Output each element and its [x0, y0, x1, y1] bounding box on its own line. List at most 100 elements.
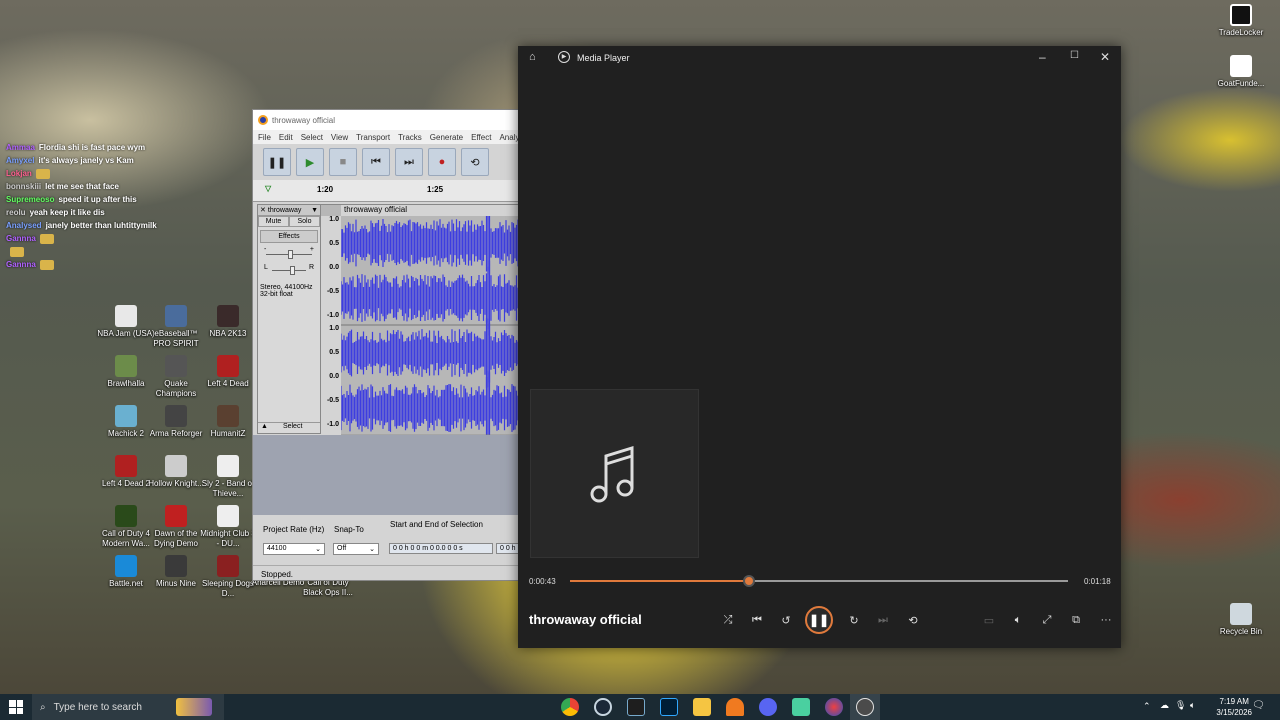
- play-button[interactable]: ▶: [296, 148, 324, 176]
- desktop-icon[interactable]: Hollow Knight...: [146, 455, 206, 489]
- captions-button[interactable]: ▭: [979, 611, 999, 629]
- network-icon[interactable]: ☁: [1160, 700, 1169, 711]
- more-options-button[interactable]: ···: [1096, 611, 1116, 629]
- desktop-icon[interactable]: Midnight Club 3 - DU...: [198, 505, 258, 549]
- loop-button[interactable]: ⟲: [461, 148, 489, 176]
- file-explorer-icon[interactable]: [693, 698, 711, 716]
- chevron-down-icon: ⌄: [369, 546, 375, 553]
- menu-item[interactable]: Analy: [499, 133, 519, 142]
- visual-studio-icon[interactable]: [627, 698, 645, 716]
- record-button[interactable]: ●: [428, 148, 456, 176]
- app-green-icon[interactable]: [792, 698, 810, 716]
- select-button[interactable]: Select: [283, 423, 302, 433]
- menu-item[interactable]: Tracks: [398, 133, 422, 142]
- chat-username[interactable]: reolu: [6, 208, 26, 217]
- menu-item[interactable]: File: [258, 133, 271, 142]
- chat-username[interactable]: Ammaa: [6, 143, 35, 152]
- chat-username[interactable]: Supremeoso: [6, 195, 54, 204]
- timeline-ruler[interactable]: ▽ 1:20 1:25: [253, 180, 519, 202]
- mute-button[interactable]: Mute: [258, 216, 289, 227]
- minimize-button[interactable]: –: [1039, 50, 1046, 64]
- selection-end-field[interactable]: 0 0 h: [496, 543, 519, 554]
- desktop-icon[interactable]: Dawn of the Dying Demo: [146, 505, 206, 549]
- desktop-icon[interactable]: NBA 2K13: [198, 305, 258, 339]
- skip-end-icon: ⏭: [404, 155, 414, 168]
- seek-thumb[interactable]: [743, 575, 756, 587]
- skip-end-button[interactable]: ⏭: [395, 148, 423, 176]
- pan-slider[interactable]: [272, 266, 306, 275]
- skip-start-button[interactable]: ⏮: [362, 148, 390, 176]
- app-colorful-icon[interactable]: [825, 698, 843, 716]
- microphone-icon[interactable]: 🎙︎: [1175, 700, 1186, 711]
- desktop-icon-recycle-bin[interactable]: Recycle Bin: [1211, 603, 1271, 637]
- desktop-icon[interactable]: HumanitZ: [198, 405, 258, 439]
- collapse-icon[interactable]: ▲: [258, 423, 271, 433]
- effects-button[interactable]: Effects: [260, 230, 318, 243]
- rewind-10-button[interactable]: ↺: [776, 611, 796, 629]
- clip-title[interactable]: throwaway official: [341, 205, 519, 216]
- system-clock[interactable]: 7:19 AM 3/15/2026: [1216, 696, 1252, 718]
- start-button[interactable]: [9, 700, 23, 714]
- desktop-icon[interactable]: Quake Champions: [146, 355, 206, 399]
- project-rate-select[interactable]: 44100 ⌄: [263, 543, 325, 555]
- solo-button[interactable]: Solo: [289, 216, 320, 227]
- menu-item[interactable]: Select: [301, 133, 323, 142]
- desktop-icon-tradelocker[interactable]: TradeLocker: [1211, 4, 1271, 38]
- chat-username[interactable]: Gannna: [6, 234, 36, 243]
- menu-item[interactable]: Effect: [471, 133, 491, 142]
- chat-message: Lokjan: [6, 167, 256, 180]
- chat-username[interactable]: Gannna: [6, 260, 36, 269]
- miniplayer-button[interactable]: ⧉: [1066, 611, 1086, 629]
- music-note-icon: [590, 445, 633, 502]
- notifications-icon[interactable]: 🗨︎: [1252, 700, 1265, 711]
- taskbar-search[interactable]: ⌕ Type here to search: [32, 694, 224, 720]
- menu-item[interactable]: View: [331, 133, 348, 142]
- close-track-icon[interactable]: ✕: [258, 206, 268, 214]
- track-name[interactable]: throwaway: [268, 207, 301, 214]
- desktop-icon[interactable]: eBaseball™ PRO SPIRIT: [146, 305, 206, 349]
- chat-username[interactable]: Lokjan: [6, 169, 32, 178]
- desktop-icon[interactable]: Sly 2 - Band of Thieve...: [198, 455, 258, 499]
- steam-icon[interactable]: [594, 698, 612, 716]
- waveform-area[interactable]: throwaway official 1.0 0.5 0.0 -0.5 -1.0 1.0 0…: [321, 204, 519, 435]
- snap-to-select[interactable]: Off ⌄: [333, 543, 379, 555]
- repeat-button[interactable]: ⟲: [903, 611, 923, 629]
- volume-button[interactable]: 🔈︎: [1008, 611, 1028, 629]
- chevron-down-icon[interactable]: ▼: [311, 207, 320, 214]
- fl-studio-icon[interactable]: [726, 698, 744, 716]
- pause-button[interactable]: ❚❚: [805, 606, 833, 634]
- selection-start-field[interactable]: 0 0 h 0 0 m 0 0.0 0 0 s: [389, 543, 493, 554]
- home-icon[interactable]: ⌂: [529, 51, 536, 63]
- photoshop-icon[interactable]: [660, 698, 678, 716]
- chat-username[interactable]: Amyxel: [6, 156, 34, 165]
- pause-button[interactable]: ❚❚: [263, 148, 291, 176]
- menu-item[interactable]: Edit: [279, 133, 293, 142]
- desktop-icon[interactable]: Arma Reforger: [146, 405, 206, 439]
- volume-tray-icon[interactable]: 🔈︎: [1190, 700, 1195, 711]
- seek-bar[interactable]: [570, 575, 1068, 587]
- chevron-up-icon[interactable]: ⌃: [1143, 701, 1151, 712]
- discord-icon[interactable]: [759, 698, 777, 716]
- audacity-titlebar[interactable]: throwaway official: [253, 110, 519, 130]
- menu-item[interactable]: Generate: [430, 133, 463, 142]
- stop-button[interactable]: ■: [329, 148, 357, 176]
- previous-button[interactable]: ⏮: [747, 611, 767, 629]
- forward-30-button[interactable]: ↻: [844, 611, 864, 629]
- desktop-icon[interactable]: Minus Nine: [146, 555, 206, 589]
- desktop-icon-goatfunded[interactable]: GoatFunde...: [1211, 55, 1271, 89]
- maximize-button[interactable]: ☐: [1070, 50, 1079, 61]
- next-button[interactable]: ⏭: [873, 611, 893, 629]
- chat-username[interactable]: Analysed: [6, 221, 42, 230]
- fullscreen-button[interactable]: ⤢: [1037, 611, 1057, 629]
- chrome-icon[interactable]: [561, 698, 579, 716]
- desktop-icon[interactable]: Left 4 Dead: [198, 355, 258, 389]
- desktop-icon[interactable]: Sleeping Dogs D...: [198, 555, 258, 599]
- empty-track-area[interactable]: ‹: [253, 435, 519, 523]
- close-button[interactable]: ✕: [1100, 50, 1110, 64]
- shuffle-button[interactable]: ⤮: [718, 611, 738, 629]
- chat-username[interactable]: bonnskiii: [6, 182, 41, 191]
- gain-slider[interactable]: [266, 250, 312, 259]
- menu-item[interactable]: Transport: [356, 133, 390, 142]
- song-title: throwaway official: [529, 612, 642, 627]
- desktop-icon-cod-bo2[interactable]: Call of Duty Black Ops II...: [298, 578, 358, 598]
